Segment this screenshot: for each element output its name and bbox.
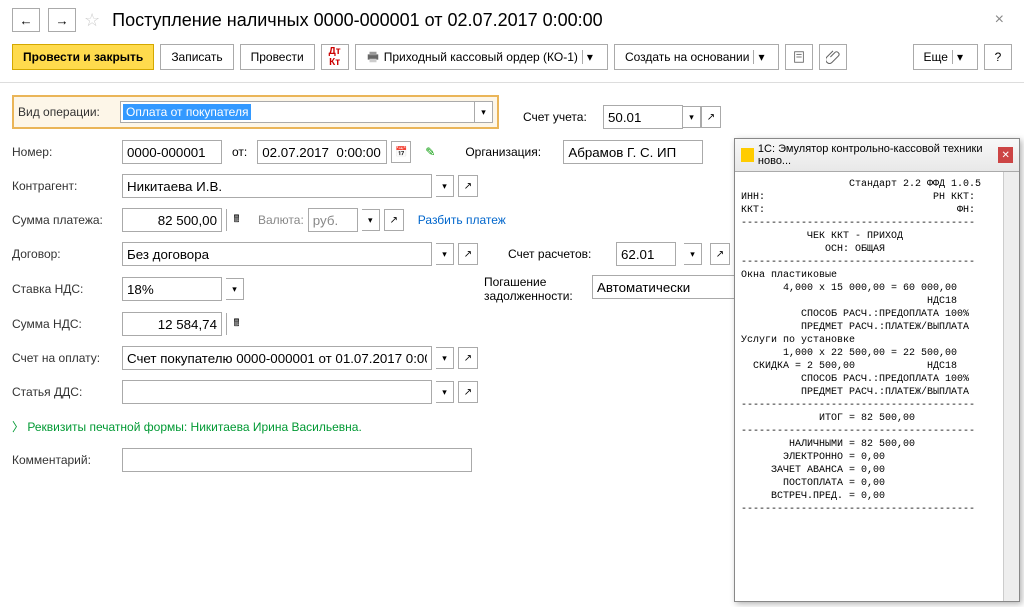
page-title: Поступление наличных 0000-000001 от 02.0… bbox=[112, 10, 603, 31]
dds-label: Статья ДДС: bbox=[12, 385, 122, 399]
app-icon bbox=[741, 148, 754, 162]
receipt-emulator-window: 1С: Эмулятор контрольно-кассовой техники… bbox=[734, 138, 1020, 602]
org-label: Организация: bbox=[465, 145, 555, 159]
chevron-down-icon[interactable]: ▾ bbox=[436, 381, 454, 403]
comment-label: Комментарий: bbox=[12, 453, 122, 467]
chevron-down-icon[interactable]: ▾ bbox=[436, 243, 454, 265]
settlement-acc-label: Счет расчетов: bbox=[508, 247, 608, 261]
chevron-down-icon[interactable]: ▾ bbox=[475, 101, 493, 123]
amount-input[interactable] bbox=[122, 208, 222, 232]
org-input[interactable] bbox=[563, 140, 703, 164]
open-external-icon[interactable]: ↗ bbox=[458, 381, 478, 403]
chevron-down-icon[interactable]: ▾ bbox=[952, 50, 967, 64]
nav-back-button[interactable]: ← bbox=[12, 8, 40, 32]
attachment-button[interactable] bbox=[819, 44, 847, 70]
chevron-down-icon[interactable]: ▾ bbox=[684, 243, 702, 265]
number-input[interactable] bbox=[122, 140, 222, 164]
dds-input[interactable] bbox=[122, 380, 432, 404]
open-external-icon[interactable]: ↗ bbox=[384, 209, 404, 231]
debt-input[interactable] bbox=[592, 275, 752, 299]
vat-rate-input[interactable] bbox=[122, 277, 222, 301]
calendar-icon[interactable]: 📅 bbox=[391, 141, 411, 163]
account-label: Счет учета: bbox=[523, 110, 603, 124]
open-external-icon[interactable]: ↗ bbox=[701, 106, 721, 128]
operation-type-label: Вид операции: bbox=[18, 105, 120, 119]
calculator-icon[interactable]: 🖩 bbox=[226, 313, 246, 335]
favorite-star-icon[interactable]: ☆ bbox=[84, 10, 100, 31]
split-payment-link[interactable]: Разбить платеж bbox=[418, 213, 506, 227]
nav-forward-button[interactable]: → bbox=[48, 8, 76, 32]
report-button[interactable] bbox=[785, 44, 813, 70]
dt-kt-button[interactable]: ДтКт bbox=[321, 44, 349, 70]
contract-input[interactable] bbox=[122, 242, 432, 266]
counterparty-label: Контрагент: bbox=[12, 179, 122, 193]
vat-rate-label: Ставка НДС: bbox=[12, 282, 122, 296]
counterparty-input[interactable] bbox=[122, 174, 432, 198]
chevron-down-icon[interactable]: ▾ bbox=[683, 106, 701, 128]
comment-input[interactable] bbox=[122, 448, 472, 472]
currency-input bbox=[308, 208, 358, 232]
chevron-down-icon[interactable]: ▾ bbox=[226, 278, 244, 300]
invoice-input[interactable] bbox=[122, 346, 432, 370]
open-external-icon[interactable]: ↗ bbox=[458, 175, 478, 197]
chevron-down-icon[interactable]: ▾ bbox=[362, 209, 380, 231]
settlement-acc-input[interactable] bbox=[616, 242, 676, 266]
post-and-close-button[interactable]: Провести и закрыть bbox=[12, 44, 154, 70]
invoice-label: Счет на оплату: bbox=[12, 351, 122, 365]
save-button[interactable]: Записать bbox=[160, 44, 233, 70]
from-label: от: bbox=[232, 145, 247, 159]
receipt-window-title: 1С: Эмулятор контрольно-кассовой техники… bbox=[758, 143, 998, 167]
help-button[interactable]: ? bbox=[984, 44, 1012, 70]
report-icon bbox=[792, 50, 806, 64]
receipt-text: Стандарт 2.2 ФФД 1.0.5 ИНН: РН ККТ: ККТ:… bbox=[735, 172, 1003, 601]
account-input[interactable] bbox=[603, 105, 683, 129]
open-external-icon[interactable]: ↗ bbox=[458, 243, 478, 265]
receipt-window-title-bar[interactable]: 1С: Эмулятор контрольно-кассовой техники… bbox=[735, 139, 1019, 172]
create-based-on-button[interactable]: Создать на основании ▾ bbox=[614, 44, 780, 70]
calculator-icon[interactable]: 🖩 bbox=[226, 209, 246, 231]
vat-amount-label: Сумма НДС: bbox=[12, 317, 122, 331]
scrollbar[interactable] bbox=[1003, 172, 1019, 601]
close-icon[interactable]: ✕ bbox=[998, 147, 1013, 163]
operation-type-row: Вид операции: Оплата от покупателя ▾ bbox=[12, 95, 499, 129]
chevron-down-icon[interactable]: ▾ bbox=[436, 347, 454, 369]
open-external-icon[interactable]: ↗ bbox=[710, 243, 730, 265]
open-external-icon[interactable]: ↗ bbox=[458, 347, 478, 369]
paperclip-icon bbox=[826, 50, 840, 64]
close-icon[interactable]: × bbox=[987, 11, 1012, 29]
header-bar: ← → ☆ Поступление наличных 0000-000001 о… bbox=[0, 0, 1024, 40]
number-label: Номер: bbox=[12, 145, 122, 159]
status-icon: ✎ bbox=[425, 145, 435, 159]
chevron-down-icon[interactable]: ▾ bbox=[582, 50, 597, 64]
operation-type-select[interactable]: Оплата от покупателя bbox=[120, 101, 475, 123]
vat-amount-input[interactable] bbox=[122, 312, 222, 336]
more-button[interactable]: Еще ▾ bbox=[913, 44, 978, 70]
amount-label: Сумма платежа: bbox=[12, 213, 122, 227]
chevron-down-icon[interactable]: ▾ bbox=[436, 175, 454, 197]
toolbar: Провести и закрыть Записать Провести ДтК… bbox=[0, 40, 1024, 83]
date-input[interactable] bbox=[257, 140, 387, 164]
printer-icon bbox=[366, 50, 380, 64]
post-button[interactable]: Провести bbox=[240, 44, 315, 70]
debt-label: Погашение задолженности: bbox=[484, 275, 584, 303]
chevron-down-icon[interactable]: ▾ bbox=[753, 50, 768, 64]
print-requisites-toggle[interactable]: 〉 Реквизиты печатной формы: Никитаева Ир… bbox=[12, 418, 362, 435]
print-ko1-button[interactable]: Приходный кассовый ордер (КО-1) ▾ bbox=[355, 44, 608, 70]
currency-label: Валюта: bbox=[258, 213, 304, 227]
contract-label: Договор: bbox=[12, 247, 122, 261]
